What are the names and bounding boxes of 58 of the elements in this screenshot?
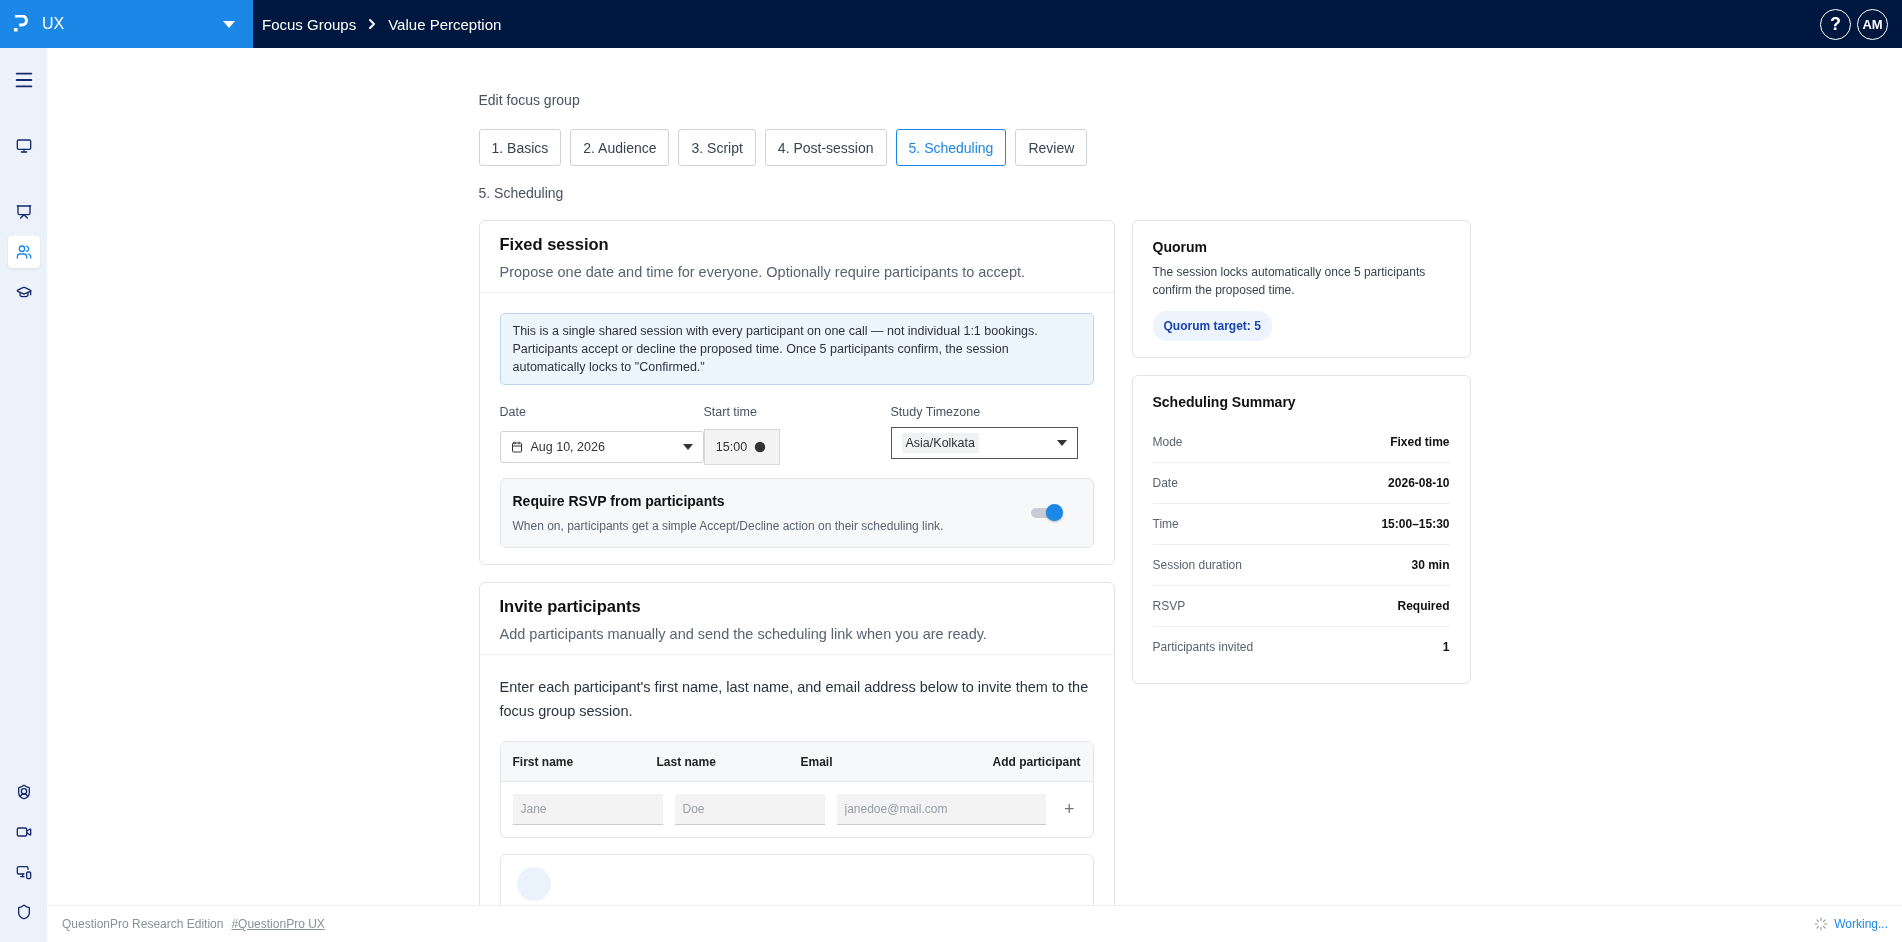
spinner-icon bbox=[1814, 917, 1829, 931]
time-field[interactable]: 15:00 bbox=[703, 429, 780, 465]
input-field[interactable]: Doe bbox=[674, 794, 825, 825]
status-text: Working... bbox=[1814, 917, 1888, 931]
summary-value: Required bbox=[1397, 599, 1450, 613]
calendar-icon bbox=[510, 441, 523, 453]
summary-label: Date bbox=[1152, 476, 1178, 490]
column-header: First name bbox=[512, 754, 575, 769]
step-tab[interactable]: 5. Scheduling bbox=[895, 129, 1007, 166]
input-field[interactable]: janedoe@mail.com bbox=[836, 794, 1046, 825]
summary-label: Participants invited bbox=[1152, 640, 1254, 654]
card-title: Fixed session bbox=[499, 235, 610, 254]
caret-icon bbox=[1056, 440, 1067, 446]
summary-label: Time bbox=[1152, 517, 1179, 531]
caret-icon bbox=[682, 444, 693, 450]
quorum-text: The session locks automatically once 5 participants confirm the proposed time. bbox=[1152, 264, 1427, 299]
column-header: Email bbox=[800, 754, 834, 769]
step-tab[interactable]: 2. Audience bbox=[570, 129, 670, 166]
summary-value: Fixed time bbox=[1390, 435, 1450, 449]
section-title: 5. Scheduling bbox=[478, 185, 565, 201]
logo-icon bbox=[14, 15, 28, 33]
summary-label: RSVP bbox=[1152, 599, 1186, 613]
card-title: Scheduling Summary bbox=[1152, 394, 1297, 410]
input-field[interactable]: Jane bbox=[512, 794, 663, 825]
edition-text: QuestionPro Research Edition bbox=[62, 917, 224, 931]
field-label: Study Timezone bbox=[890, 405, 982, 419]
breadcrumb-item: Value Perception bbox=[388, 15, 502, 33]
workspace-name: UX bbox=[42, 15, 66, 33]
users-icon[interactable] bbox=[7, 236, 40, 268]
breadcrumb-item[interactable]: Focus Groups bbox=[262, 15, 357, 33]
summary-value: 1 bbox=[1442, 640, 1450, 654]
field-label: Start time bbox=[703, 405, 758, 419]
rsvp-title: Require RSVP from participants bbox=[512, 493, 726, 509]
add-button[interactable]: + bbox=[1058, 797, 1081, 822]
dropdown-caret-icon[interactable] bbox=[223, 20, 235, 28]
quorum-badge: Quorum target: 5 bbox=[1152, 311, 1272, 341]
column-header: Last name bbox=[656, 754, 717, 769]
summary-value: 2026-08-10 bbox=[1388, 476, 1450, 490]
card-title: Invite participants bbox=[499, 597, 642, 616]
timezone-select[interactable]: Asia/Kolkata bbox=[890, 427, 1078, 459]
summary-value: 30 min bbox=[1411, 558, 1450, 572]
info-notice: This is a single shared session with every participant on one call — not individual 1:1 bookings. Participants accept or decline the proposed time. Once 5 participants confirm, the session automatically locks to "Confirmed." bbox=[499, 313, 1094, 385]
instructions-text: Enter each participant's first name, last name, and email address below to invite them to the focus group session. bbox=[499, 678, 1090, 721]
column-header: Add participant bbox=[992, 754, 1081, 769]
date-picker[interactable]: Aug 10, 2026 bbox=[499, 431, 704, 463]
step-tab[interactable]: 1. Basics bbox=[478, 129, 562, 166]
summary-value: 15:00–15:30 bbox=[1381, 517, 1450, 531]
step-tab[interactable]: 4. Post-session bbox=[764, 129, 887, 166]
summary-label: Mode bbox=[1152, 435, 1183, 449]
card-subtitle: Propose one date and time for everyone. Optionally require participants to accept. bbox=[499, 264, 1027, 280]
card-title: Quorum bbox=[1152, 239, 1208, 255]
step-tab[interactable]: 3. Script bbox=[678, 129, 756, 166]
step-tab[interactable]: Review bbox=[1015, 129, 1088, 166]
field-label: Date bbox=[499, 405, 527, 419]
page-title: Edit focus group bbox=[478, 92, 581, 108]
rsvp-description: When on, participants get a simple Accept/Decline action on their scheduling link. bbox=[512, 519, 945, 533]
card-subtitle: Add participants manually and send the scheduling link when you are ready. bbox=[499, 626, 988, 642]
summary-label: Session duration bbox=[1152, 558, 1242, 572]
